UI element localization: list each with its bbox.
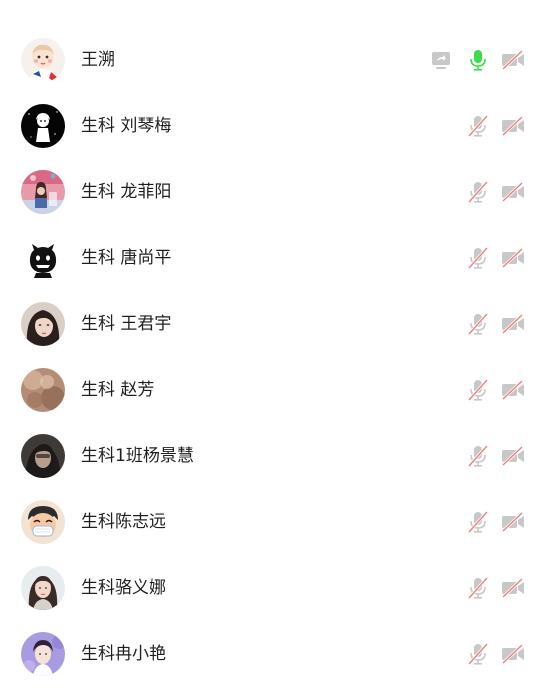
camera-off-icon[interactable] bbox=[501, 246, 525, 270]
avatar bbox=[21, 434, 65, 478]
participant-row[interactable]: 生科骆义娜 bbox=[0, 555, 546, 621]
participant-name: 生科 龙菲阳 bbox=[81, 182, 172, 202]
participant-row[interactable]: 生科 赵芳 bbox=[0, 357, 546, 423]
camera-off-icon[interactable] bbox=[501, 48, 525, 72]
participant-name: 生科 王君宇 bbox=[81, 314, 172, 334]
camera-off-icon[interactable] bbox=[501, 510, 525, 534]
camera-off-icon[interactable] bbox=[501, 180, 525, 204]
avatar bbox=[21, 170, 65, 214]
camera-off-icon[interactable] bbox=[501, 312, 525, 336]
participant-name: 生科冉小艳 bbox=[81, 644, 166, 664]
participant-name: 王溯 bbox=[81, 50, 115, 70]
camera-off-icon[interactable] bbox=[501, 378, 525, 402]
participant-row[interactable]: 生科 王君宇 bbox=[0, 291, 546, 357]
participant-name: 生科骆义娜 bbox=[81, 578, 166, 598]
avatar bbox=[21, 632, 65, 676]
mic-off-icon[interactable] bbox=[466, 642, 490, 666]
participant-row[interactable]: 生科 刘琴梅 bbox=[0, 93, 546, 159]
participant-row[interactable]: 生科1班杨景慧 bbox=[0, 423, 546, 489]
mic-off-icon[interactable] bbox=[466, 378, 490, 402]
participant-row[interactable]: 生科冉小艳 bbox=[0, 621, 546, 687]
participant-row[interactable]: 生科 唐尚平 bbox=[0, 225, 546, 291]
camera-off-icon[interactable] bbox=[501, 114, 525, 138]
mic-off-icon[interactable] bbox=[466, 576, 490, 600]
avatar bbox=[21, 38, 65, 82]
mic-off-icon[interactable] bbox=[466, 312, 490, 336]
mic-off-icon[interactable] bbox=[466, 510, 490, 534]
camera-off-icon[interactable] bbox=[501, 444, 525, 468]
participant-name: 生科 刘琴梅 bbox=[81, 116, 172, 136]
avatar bbox=[21, 236, 65, 280]
mic-off-icon[interactable] bbox=[466, 246, 490, 270]
mic-off-icon[interactable] bbox=[466, 180, 490, 204]
participant-row[interactable]: 王溯 bbox=[0, 27, 546, 93]
participant-row[interactable]: 生科陈志远 bbox=[0, 489, 546, 555]
participant-name: 生科 唐尚平 bbox=[81, 248, 172, 268]
avatar bbox=[21, 500, 65, 544]
participant-name: 生科1班杨景慧 bbox=[81, 446, 194, 466]
participant-name: 生科 赵芳 bbox=[81, 380, 155, 400]
avatar bbox=[21, 566, 65, 610]
avatar bbox=[21, 368, 65, 412]
participant-row[interactable]: 生科 龙菲阳 bbox=[0, 159, 546, 225]
mic-off-icon[interactable] bbox=[466, 444, 490, 468]
mic-off-icon[interactable] bbox=[466, 114, 490, 138]
camera-off-icon[interactable] bbox=[501, 576, 525, 600]
screen-share-icon[interactable] bbox=[429, 48, 453, 72]
mic-on-icon[interactable] bbox=[466, 48, 490, 72]
camera-off-icon[interactable] bbox=[501, 642, 525, 666]
participant-list: 王溯 生科 刘琴梅 生科 龙菲阳 生科 唐尚平 生科 王君宇 生科 赵芳 生科1… bbox=[0, 27, 546, 687]
avatar bbox=[21, 302, 65, 346]
avatar bbox=[21, 104, 65, 148]
participant-name: 生科陈志远 bbox=[81, 512, 166, 532]
